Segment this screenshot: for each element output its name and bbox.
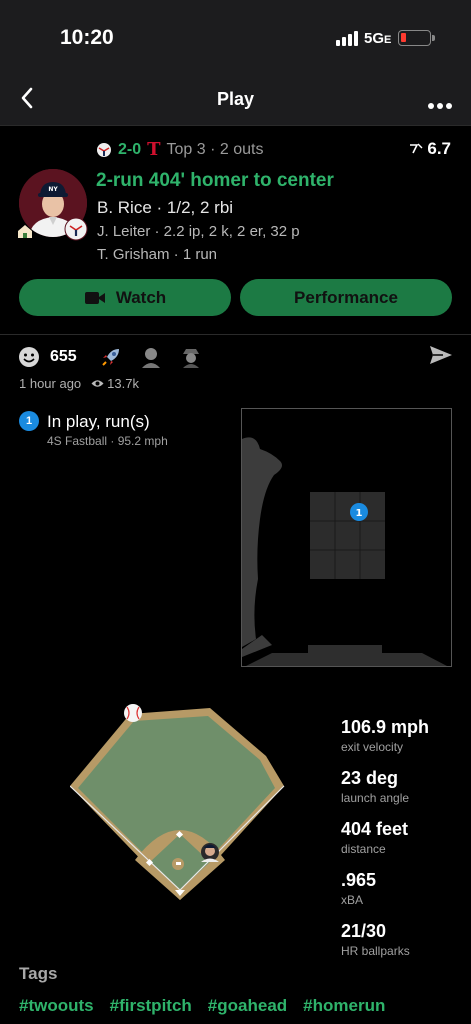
network-type: 5G (364, 30, 385, 47)
tags-heading: Tags (19, 964, 58, 983)
inning-status: Top 3 · 2 outs (166, 140, 264, 158)
performance-label: Performance (294, 287, 398, 307)
spray-chart (69, 700, 290, 915)
watch-label: Watch (115, 287, 167, 307)
ballpark-diagram (69, 704, 285, 900)
view-count: 13.7k (107, 376, 139, 391)
strike-zone-diagram: 1 (242, 437, 447, 666)
tag-list: #twoouts #firstpitch #goahead #homerun (19, 996, 385, 1016)
smiley-icon[interactable] (18, 346, 40, 368)
score-line: 2-0 T Top 3 · 2 outs (96, 139, 263, 160)
hit-stats: 106.9 mph exit velocity 23 deg launch angl… (341, 717, 429, 972)
stat-label: HR ballparks (341, 944, 410, 958)
strike-zone-box (310, 492, 385, 579)
share-button[interactable] (429, 345, 453, 370)
stat-label: distance (341, 842, 386, 856)
reactions-bar: 655 1 hour ago 13.7k (0, 334, 471, 391)
reaction-list: 655 (18, 345, 203, 369)
home-plate (246, 645, 447, 666)
play-headline: 2-run 404' homer to center (96, 170, 334, 191)
stat-label: xBA (341, 893, 364, 907)
battery-icon (398, 30, 435, 46)
stat-value: 404 feet (341, 819, 409, 839)
score: 2-0 (118, 140, 142, 158)
detective-icon[interactable] (179, 345, 203, 369)
page-title: Play (216, 89, 255, 109)
performance-button[interactable]: Performance (240, 279, 452, 316)
home-icon (18, 225, 32, 238)
batter-line: B. Rice · 1/2, 2 rbi (97, 198, 234, 217)
stat-hr-ballparks: 21/30 HR ballparks (341, 921, 429, 958)
network-label: 5GE (364, 30, 391, 47)
play-rating: 6.7 (409, 139, 451, 159)
batter-silhouette (242, 437, 282, 647)
views: 13.7k (91, 376, 139, 391)
nav-bar: Play (0, 72, 471, 126)
send-icon (430, 346, 452, 364)
runner-line: T. Grisham · 1 run (97, 246, 218, 263)
video-camera-icon (84, 291, 105, 304)
tag-link[interactable]: #firstpitch (110, 996, 192, 1016)
eye-icon (91, 380, 104, 387)
yankees-logo-icon (97, 142, 111, 157)
pitch-result: In play, run(s) (47, 412, 150, 431)
tag-link[interactable]: #goahead (208, 996, 287, 1016)
rating-icon (410, 143, 423, 154)
ellipsis-icon (428, 103, 452, 109)
pitch-speed: 95.2 mph (117, 434, 168, 448)
stat-exit-velocity: 106.9 mph exit velocity (341, 717, 429, 754)
strike-zone-panel: 1 (241, 408, 452, 667)
reaction-count: 655 (50, 348, 77, 365)
more-button[interactable] (427, 90, 453, 116)
pitch-detail: 4S Fastball · 95.2 mph (47, 434, 168, 448)
stat-value: 21/30 (341, 921, 387, 941)
svg-text:NY: NY (48, 186, 58, 193)
stat-value: .965 (341, 870, 377, 890)
stat-value: 106.9 mph (341, 717, 430, 737)
stat-label: launch angle (341, 791, 410, 805)
stat-value: 23 deg (341, 768, 399, 788)
stat-label: exit velocity (341, 740, 404, 754)
player-reaction-icon[interactable] (139, 345, 163, 369)
home-run-ball-icon (124, 704, 142, 722)
post-meta: 1 hour ago 13.7k (19, 376, 139, 391)
pitcher-line: J. Leiter · 2.2 ip, 2 k, 2 er, 32 p (97, 223, 300, 240)
tag-link[interactable]: #twoouts (19, 996, 94, 1016)
stat-launch-angle: 23 deg launch angle (341, 768, 429, 805)
pitch-type: 4S Fastball (47, 434, 108, 448)
watch-button[interactable]: Watch (19, 279, 231, 316)
stat-distance: 404 feet distance (341, 819, 429, 856)
rocket-icon[interactable] (99, 345, 123, 369)
status-time: 10:20 (60, 26, 114, 49)
tag-link[interactable]: #homerun (303, 996, 385, 1016)
pitch-marker-label: 1 (356, 508, 363, 519)
rating-value: 6.7 (427, 139, 451, 158)
team-badge-icon (64, 217, 88, 241)
stat-xba: .965 xBA (341, 870, 429, 907)
signal-icon (336, 30, 358, 46)
twins-logo-icon: T (147, 139, 161, 160)
status-bar: 10:20 5GE (0, 0, 471, 72)
pitch-number-badge: 1 (19, 411, 39, 431)
network-suffix: E (384, 34, 392, 46)
time-ago: 1 hour ago (19, 376, 82, 391)
